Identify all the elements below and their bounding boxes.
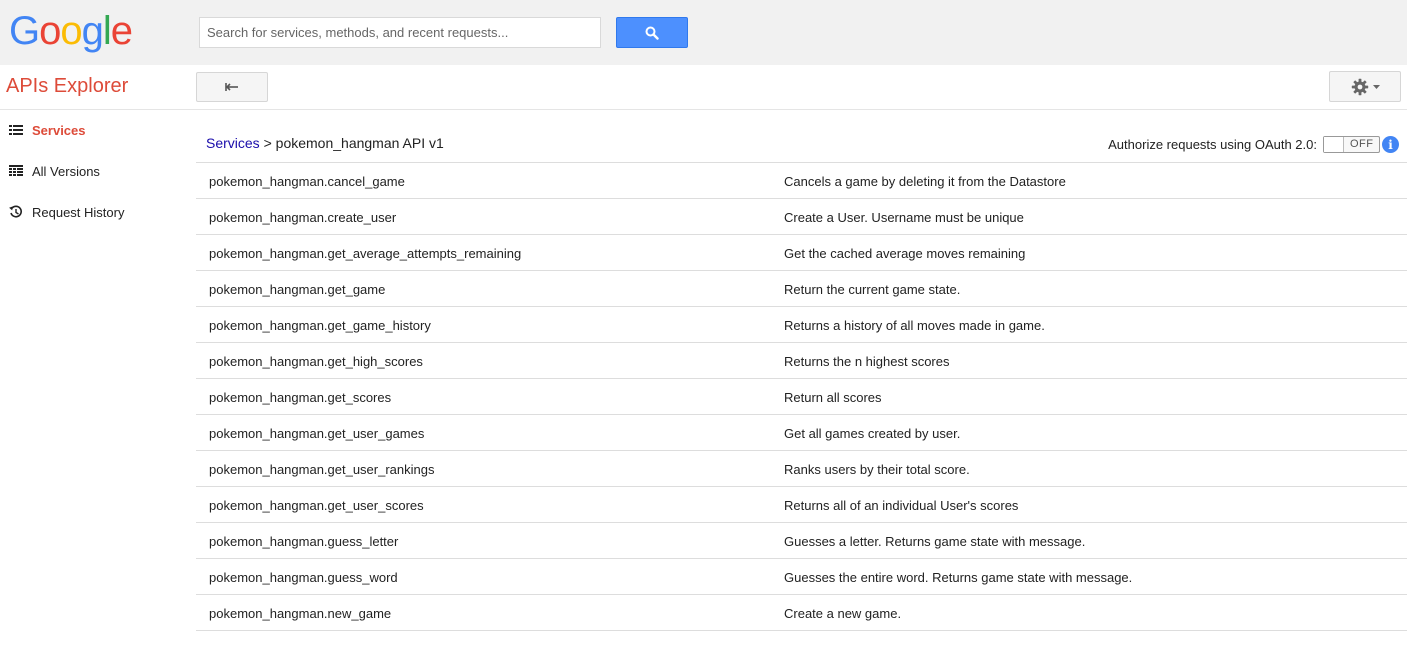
back-arrow-icon: [225, 83, 238, 91]
table-row[interactable]: pokemon_hangman.guess_word Guesses the en…: [196, 559, 1407, 595]
top-bar: Google: [0, 0, 1407, 65]
method-description: Return all scores: [784, 390, 882, 405]
back-button[interactable]: [196, 72, 268, 102]
toggle-state: OFF: [1350, 138, 1374, 150]
versions-icon: [9, 164, 23, 178]
app-title[interactable]: APIs Explorer: [6, 75, 128, 98]
sidebar-item-request-history[interactable]: Request History: [0, 192, 190, 232]
method-name[interactable]: pokemon_hangman.get_user_games: [209, 426, 424, 441]
method-description: Ranks users by their total score.: [784, 462, 970, 477]
table-row[interactable]: pokemon_hangman.guess_letter Guesses a le…: [196, 523, 1407, 559]
method-name[interactable]: pokemon_hangman.guess_letter: [209, 534, 398, 549]
method-name[interactable]: pokemon_hangman.cancel_game: [209, 174, 405, 189]
history-icon: [9, 205, 23, 219]
logo-letter: l: [102, 9, 112, 53]
oauth-control: Authorize requests using OAuth 2.0: OFF …: [1108, 136, 1399, 153]
method-description: Create a User. Username must be unique: [784, 210, 1024, 225]
oauth-toggle[interactable]: OFF: [1323, 136, 1380, 153]
table-row[interactable]: pokemon_hangman.new_game Create a new gam…: [196, 595, 1407, 631]
list-icon: [9, 123, 23, 137]
search-input[interactable]: [199, 17, 601, 48]
sidebar-item-services[interactable]: Services: [0, 110, 190, 150]
info-icon[interactable]: i: [1382, 136, 1399, 153]
method-description: Return the current game state.: [784, 282, 961, 297]
method-name[interactable]: pokemon_hangman.get_scores: [209, 390, 391, 405]
oauth-label: Authorize requests using OAuth 2.0:: [1108, 137, 1317, 152]
table-row[interactable]: pokemon_hangman.get_average_attempts_rem…: [196, 235, 1407, 271]
logo-letter: e: [110, 9, 133, 53]
table-row[interactable]: pokemon_hangman.get_game Return the curre…: [196, 271, 1407, 307]
search-icon: [645, 26, 659, 40]
method-description: Cancels a game by deleting it from the D…: [784, 174, 1066, 189]
chevron-down-icon: [1372, 84, 1380, 89]
method-name[interactable]: pokemon_hangman.get_high_scores: [209, 354, 423, 369]
search-button[interactable]: [616, 17, 688, 48]
method-name[interactable]: pokemon_hangman.create_user: [209, 210, 396, 225]
method-name[interactable]: pokemon_hangman.get_average_attempts_rem…: [209, 246, 521, 261]
sidebar-item-label: All Versions: [32, 163, 100, 179]
table-row[interactable]: pokemon_hangman.create_user Create a User…: [196, 199, 1407, 235]
breadcrumb-separator: >: [263, 135, 272, 151]
method-description: Returns a history of all moves made in g…: [784, 318, 1045, 333]
logo-letter: o: [39, 9, 61, 53]
method-description: Guesses a letter. Returns game state wit…: [784, 534, 1086, 549]
sidebar-item-label: Request History: [32, 204, 125, 220]
sidebar-item-all-versions[interactable]: All Versions: [0, 151, 190, 191]
table-row[interactable]: pokemon_hangman.get_scores Return all sco…: [196, 379, 1407, 415]
sidebar-item-label: Services: [32, 122, 86, 138]
table-row[interactable]: pokemon_hangman.get_user_scores Returns a…: [196, 487, 1407, 523]
method-name[interactable]: pokemon_hangman.get_game: [209, 282, 385, 297]
breadcrumb-services-link[interactable]: Services: [206, 135, 260, 151]
method-name[interactable]: pokemon_hangman.guess_word: [209, 570, 398, 585]
logo-letter: G: [9, 9, 40, 53]
method-description: Get the cached average moves remaining: [784, 246, 1026, 261]
method-name[interactable]: pokemon_hangman.get_user_rankings: [209, 462, 435, 477]
method-description: Guesses the entire word. Returns game st…: [784, 570, 1133, 585]
gear-icon: [1351, 78, 1368, 95]
table-row[interactable]: pokemon_hangman.get_game_history Returns …: [196, 307, 1407, 343]
method-description: Get all games created by user.: [784, 426, 961, 441]
settings-button[interactable]: [1329, 71, 1401, 102]
table-row[interactable]: pokemon_hangman.get_high_scores Returns t…: [196, 343, 1407, 379]
toggle-knob: [1324, 137, 1344, 152]
table-row[interactable]: pokemon_hangman.get_user_games Get all ga…: [196, 415, 1407, 451]
method-name[interactable]: pokemon_hangman.get_user_scores: [209, 498, 424, 513]
logo-letter: o: [60, 9, 82, 53]
logo-letter: g: [81, 9, 104, 53]
sub-bar: APIs Explorer: [0, 65, 1407, 110]
methods-table: pokemon_hangman.cancel_game Cancels a gam…: [196, 162, 1407, 631]
method-description: Returns all of an individual User's scor…: [784, 498, 1019, 513]
method-description: Returns the n highest scores: [784, 354, 950, 369]
breadcrumb: Services > pokemon_hangman API v1: [206, 135, 444, 151]
method-name[interactable]: pokemon_hangman.get_game_history: [209, 318, 431, 333]
method-name[interactable]: pokemon_hangman.new_game: [209, 606, 391, 621]
method-description: Create a new game.: [784, 606, 902, 621]
table-row[interactable]: pokemon_hangman.get_user_rankings Ranks u…: [196, 451, 1407, 487]
google-logo[interactable]: Google: [9, 9, 133, 53]
breadcrumb-current: pokemon_hangman API v1: [275, 135, 444, 151]
table-row[interactable]: pokemon_hangman.cancel_game Cancels a gam…: [196, 163, 1407, 199]
